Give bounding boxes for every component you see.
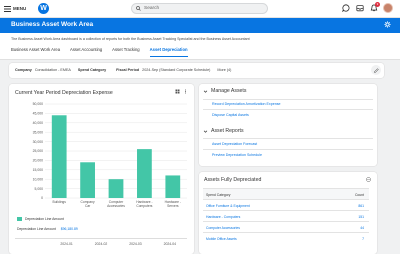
assets-fully-depreciated-card: Assets Fully Depreciated Spend Category … bbox=[199, 172, 377, 254]
depreciation-expense-card: Current Year Period Depreciation Expense… bbox=[9, 84, 194, 254]
y-tick-label: 20,000 bbox=[33, 159, 43, 163]
x-category-label: Buildings bbox=[53, 200, 67, 204]
bar[interactable] bbox=[165, 175, 181, 198]
y-tick-label: 0 bbox=[41, 196, 43, 200]
gear-icon[interactable] bbox=[384, 21, 391, 28]
search-placeholder: Search bbox=[144, 6, 160, 11]
table-row: Mobile Office Assets 7 bbox=[203, 232, 369, 244]
edit-filters-button[interactable] bbox=[371, 65, 381, 75]
y-tick-label: 15,000 bbox=[33, 168, 43, 172]
preview-depreciation-schedule-link[interactable]: Preview Depreciation Schedule bbox=[212, 153, 262, 157]
footer-label: Depreciation Line Amount bbox=[17, 227, 56, 231]
grid-view-icon[interactable] bbox=[175, 89, 180, 94]
manage-assets-title: Manage Assets bbox=[211, 88, 247, 94]
tab-bar: Business Asset Work Area Asset Accountin… bbox=[11, 47, 188, 57]
row-count[interactable]: 7 bbox=[362, 237, 364, 241]
row-count[interactable]: 44 bbox=[360, 226, 364, 230]
row-count[interactable]: 151 bbox=[358, 215, 364, 219]
hamburger-icon bbox=[4, 5, 11, 12]
depreciation-forecast-link[interactable]: Asset Depreciation Forecast bbox=[212, 142, 257, 146]
row-category[interactable]: Computer Accessories bbox=[206, 226, 240, 230]
period-col-2: 2024-02 bbox=[94, 242, 108, 246]
chat-icon[interactable] bbox=[341, 4, 350, 13]
page-title: Business Asset Work Area bbox=[11, 21, 94, 28]
subheader: The Business Asset Work Area dashboard i… bbox=[0, 33, 400, 60]
legend-label: Depreciation Line Amount bbox=[25, 217, 64, 221]
period-table-header: 2024-01 2024-02 2024-03 2024-04 bbox=[15, 238, 187, 246]
row-category[interactable]: Hardware - Computers bbox=[206, 215, 240, 219]
tab-business-asset-work-area[interactable]: Business Asset Work Area bbox=[11, 47, 60, 57]
col-count: Count bbox=[354, 193, 364, 197]
fully-depreciated-title: Assets Fully Depreciated bbox=[204, 177, 262, 183]
col-spend-category: Spend Category bbox=[206, 193, 231, 197]
y-tick-label: 45,000 bbox=[33, 112, 43, 116]
menu-label: MENU bbox=[13, 6, 27, 11]
search-icon bbox=[136, 6, 141, 11]
depreciation-bar-chart: 0 5,000 10,000 15,000 20,000 25,000 30,000 35,0… bbox=[33, 102, 187, 208]
page-header: Business Asset Work Area bbox=[0, 18, 400, 33]
y-tick-label: 40,000 bbox=[33, 121, 43, 125]
inbox-icon[interactable] bbox=[355, 4, 364, 13]
x-category-label: Car bbox=[85, 204, 91, 208]
filter-spend-category[interactable]: Spend Category bbox=[78, 68, 109, 72]
notifications-icon[interactable]: 3 bbox=[369, 1, 380, 13]
x-category-label: Servers bbox=[167, 204, 179, 208]
search-input[interactable]: Search bbox=[131, 3, 268, 14]
x-category-label: Accessories bbox=[107, 204, 125, 208]
period-col-4: 2024-04 bbox=[163, 242, 177, 246]
menu-button[interactable]: MENU bbox=[4, 4, 26, 13]
bar[interactable] bbox=[51, 115, 67, 198]
row-category[interactable]: Office Furniture & Equipment bbox=[206, 204, 250, 208]
filter-company[interactable]: Company Consolidation - EMEA bbox=[15, 68, 71, 72]
tab-asset-depreciation[interactable]: Asset Depreciation bbox=[149, 47, 188, 57]
more-options-icon[interactable] bbox=[366, 177, 371, 182]
top-bar: MENU W Search 3 bbox=[0, 0, 400, 18]
filter-fiscal-period[interactable]: Fiscal Period 2024-Sep (Standard Corporat… bbox=[116, 68, 210, 72]
dispose-capital-assets-link[interactable]: Dispose Capital Assets bbox=[212, 113, 249, 117]
period-col-3: 2024-03 bbox=[129, 242, 142, 246]
tab-asset-accounting[interactable]: Asset Accounting bbox=[70, 47, 102, 57]
bar[interactable] bbox=[137, 149, 152, 198]
filter-more[interactable]: More (4) bbox=[217, 68, 231, 72]
notification-badge: 3 bbox=[375, 1, 380, 7]
chart-footer: Depreciation Line Amount $96,180.89 bbox=[17, 227, 78, 231]
chart-legend: Depreciation Line Amount bbox=[17, 217, 64, 221]
bar[interactable] bbox=[108, 179, 124, 198]
chevron-down-icon[interactable] bbox=[203, 129, 208, 134]
footer-value-link[interactable]: $96,180.89 bbox=[61, 227, 78, 231]
filter-bar: Company Consolidation - EMEA Spend Catego… bbox=[9, 63, 384, 78]
asset-reports-title: Asset Reports bbox=[211, 128, 244, 134]
y-tick-label: 35,000 bbox=[33, 130, 43, 134]
bar[interactable] bbox=[80, 162, 95, 198]
y-tick-label: 5,000 bbox=[35, 187, 44, 191]
chart-title: Current Year Period Depreciation Expense bbox=[15, 90, 113, 96]
page-description: The Business Asset Work Area dashboard i… bbox=[11, 37, 250, 41]
y-tick-label: 30,000 bbox=[33, 140, 43, 144]
actions-card: Manage Assets Record Depreciation Amorti… bbox=[199, 84, 377, 166]
record-depreciation-link[interactable]: Record Depreciation Amortization Expense bbox=[212, 102, 281, 106]
period-col-1: 2024-01 bbox=[60, 242, 73, 246]
y-tick-label: 10,000 bbox=[33, 177, 43, 181]
pencil-icon bbox=[373, 67, 379, 73]
x-category-label: Computers bbox=[136, 204, 152, 208]
more-options-icon[interactable] bbox=[183, 89, 188, 94]
chevron-down-icon[interactable] bbox=[203, 89, 208, 94]
row-category[interactable]: Mobile Office Assets bbox=[206, 237, 237, 241]
row-count[interactable]: 861 bbox=[358, 204, 364, 208]
y-tick-label: 50,000 bbox=[33, 102, 43, 106]
avatar[interactable] bbox=[383, 3, 393, 13]
y-tick-label: 25,000 bbox=[33, 149, 43, 153]
legend-swatch bbox=[17, 217, 22, 221]
tab-asset-tracking[interactable]: Asset Tracking bbox=[112, 47, 139, 57]
workday-logo[interactable]: W bbox=[38, 3, 49, 14]
